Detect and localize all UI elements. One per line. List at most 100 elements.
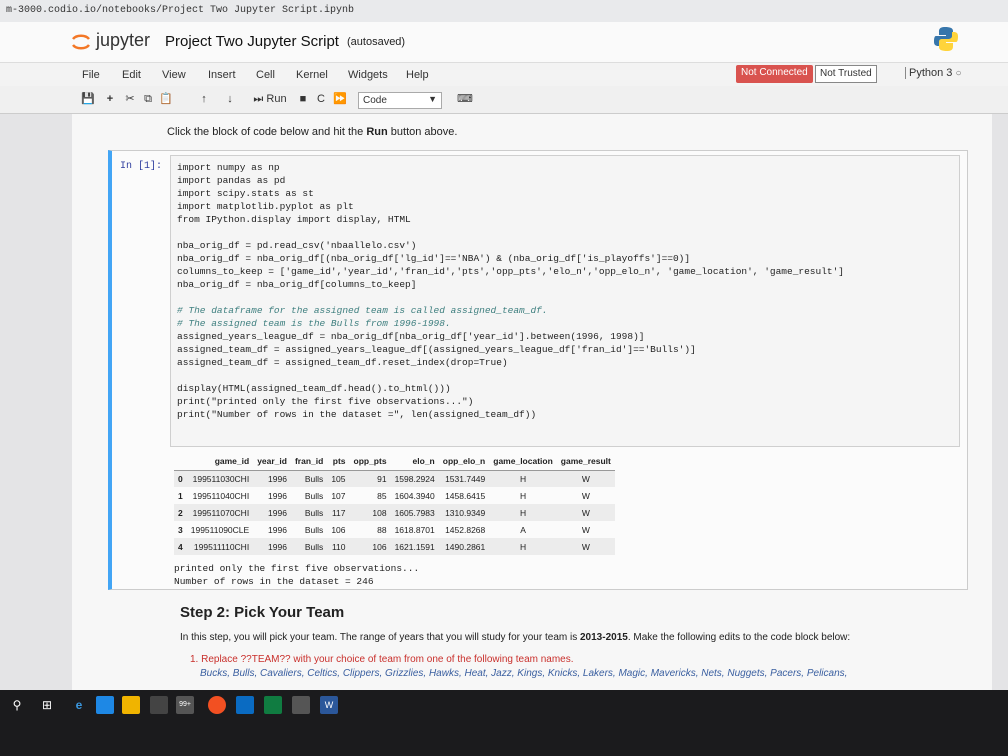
- store-icon[interactable]: [96, 696, 114, 714]
- table-cell: 91: [377, 473, 387, 484]
- copy-icon[interactable]: ⧉: [140, 92, 156, 109]
- menu-file[interactable]: File: [82, 69, 100, 81]
- output-dataframe-table: game_id year_id fran_id pts opp_pts elo_n opp_…: [174, 453, 615, 555]
- jupyter-logo-icon[interactable]: [70, 31, 92, 53]
- interrupt-icon[interactable]: ■: [296, 92, 310, 109]
- insert-cell-icon[interactable]: +: [102, 92, 118, 109]
- trust-status-badge[interactable]: Not Trusted: [815, 65, 877, 83]
- menu-help[interactable]: Help: [406, 69, 429, 81]
- browser-url-bar[interactable]: m-3000.codio.io/notebooks/Project Two Ju…: [0, 0, 1008, 22]
- output-line: Number of rows in the dataset = 246: [174, 576, 374, 587]
- table-cell: H: [519, 473, 527, 484]
- row-index-cell: 3: [178, 524, 183, 535]
- word-icon[interactable]: W: [320, 696, 338, 714]
- kernel-name: Python 3: [909, 67, 953, 79]
- table-cell: 1458.6415: [445, 490, 486, 501]
- code-comment-line: # The dataframe for the assigned team is…: [177, 305, 548, 316]
- code-line: assigned_team_df = assigned_years_league…: [177, 344, 696, 355]
- paste-icon[interactable]: 📋: [158, 92, 174, 109]
- excel-icon[interactable]: [264, 696, 282, 714]
- run-button[interactable]: ⏭ Run: [250, 92, 290, 109]
- table-header-row: game_id year_id fran_id pts opp_pts elo_n opp_…: [174, 453, 615, 471]
- move-down-icon[interactable]: ↓: [222, 92, 238, 109]
- menu-edit[interactable]: Edit: [122, 69, 141, 81]
- notebook-page: Click the block of code below and hit th…: [72, 114, 992, 690]
- autosave-status: (autosaved): [347, 36, 406, 48]
- table-cell: W: [581, 507, 590, 518]
- table-cell: 108: [372, 507, 387, 518]
- url-text: m-3000.codio.io/notebooks/Project Two Ju…: [6, 5, 355, 16]
- outlook-icon[interactable]: [236, 696, 254, 714]
- table-header-cell: elo_n: [390, 453, 439, 471]
- table-cell: 1996: [268, 541, 287, 552]
- code-line: print("Number of rows in the dataset =",…: [177, 409, 537, 420]
- code-input-area[interactable]: import numpy as np import pandas as pd i…: [170, 155, 960, 447]
- code-cell[interactable]: In [1]: import numpy as np import pandas…: [108, 150, 968, 590]
- menu-kernel[interactable]: Kernel: [296, 69, 328, 81]
- command-palette-icon[interactable]: ⌨: [456, 92, 474, 109]
- file-explorer-icon[interactable]: [122, 696, 140, 714]
- edge-icon[interactable]: e: [70, 696, 88, 714]
- restart-run-all-icon[interactable]: ⏩: [332, 92, 348, 109]
- table-header-cell: game_id: [186, 453, 254, 471]
- notebook-header: jupyter Project Two Jupyter Script (auto…: [0, 22, 1008, 62]
- code-line: from IPython.display import display, HTM…: [177, 214, 411, 225]
- table-header-cell: opp_pts: [349, 453, 391, 471]
- code-line: nba_orig_df = nba_orig_df[(nba_orig_df['…: [177, 253, 691, 264]
- cell-type-select[interactable]: Code ▼: [358, 92, 442, 109]
- code-line: display(HTML(assigned_team_df.head().to_…: [177, 383, 451, 394]
- connection-status-badge[interactable]: Not Connected: [736, 65, 813, 83]
- jupyter-logo-text[interactable]: jupyter: [96, 30, 150, 51]
- restart-icon[interactable]: C: [314, 92, 328, 109]
- menu-cell[interactable]: Cell: [256, 69, 275, 81]
- table-cell: H: [519, 541, 527, 552]
- table-cell: Bulls: [304, 524, 324, 535]
- notebook-area: Click the block of code below and hit th…: [0, 114, 1008, 690]
- table-cell: 1996: [268, 473, 287, 484]
- row-index-cell: 0: [178, 473, 183, 484]
- windows-taskbar: ⚲ ⊞ e 99+ W: [0, 690, 1008, 756]
- table-cell: 199511070CHI: [192, 507, 250, 518]
- table-cell: W: [581, 541, 590, 552]
- app-icon[interactable]: [292, 696, 310, 714]
- step2-heading: Step 2: Pick Your Team: [180, 604, 345, 621]
- table-cell: W: [581, 524, 590, 535]
- table-header-cell: fran_id: [290, 453, 328, 471]
- table-cell: 199511090CLE: [190, 524, 250, 535]
- table-cell: 85: [377, 490, 387, 501]
- table-cell: W: [581, 473, 590, 484]
- table-cell: 1621.1591: [394, 541, 435, 552]
- notebook-title[interactable]: Project Two Jupyter Script: [165, 33, 339, 50]
- kernel-status-icon: ○: [955, 68, 962, 79]
- mail-icon[interactable]: [150, 696, 168, 714]
- menu-insert[interactable]: Insert: [208, 69, 236, 81]
- table-cell: A: [520, 524, 526, 535]
- table-cell: 199511110CHI: [193, 541, 250, 552]
- save-icon[interactable]: 💾: [80, 92, 96, 109]
- table-header-cell: pts: [327, 453, 350, 471]
- cut-icon[interactable]: ✂: [122, 92, 138, 109]
- table-row: 4 199511110CHI 1996 Bulls 110 106 1621.1591 149…: [174, 538, 615, 555]
- search-icon[interactable]: ⚲: [8, 696, 26, 714]
- table-header-cell: opp_elo_n: [438, 453, 490, 471]
- menu-view[interactable]: View: [162, 69, 186, 81]
- table-header-cell: game_result: [556, 453, 615, 471]
- move-up-icon[interactable]: ↑: [196, 92, 212, 109]
- row-index-cell: 2: [178, 507, 183, 518]
- kernel-indicator[interactable]: Python 3 ○: [905, 67, 962, 79]
- table-cell: 1531.7449: [445, 473, 486, 484]
- task-view-icon[interactable]: ⊞: [38, 696, 56, 714]
- table-cell: 117: [331, 507, 346, 518]
- app-badge-icon[interactable]: 99+: [176, 696, 194, 714]
- menu-widgets[interactable]: Widgets: [348, 69, 388, 81]
- table-cell: Bulls: [304, 541, 324, 552]
- table-cell: 1490.2861: [445, 541, 486, 552]
- firefox-icon[interactable]: [208, 696, 226, 714]
- table-cell: 105: [331, 473, 346, 484]
- row-index-cell: 4: [178, 541, 183, 552]
- python-logo-icon: [934, 27, 958, 51]
- table-cell: 1996: [268, 524, 287, 535]
- step2-description: In this step, you will pick your team. T…: [180, 632, 851, 643]
- table-cell: 1604.3940: [394, 490, 435, 501]
- table-row: 1 199511040CHI 1996 Bulls 107 85 1604.3940 1458…: [174, 487, 615, 504]
